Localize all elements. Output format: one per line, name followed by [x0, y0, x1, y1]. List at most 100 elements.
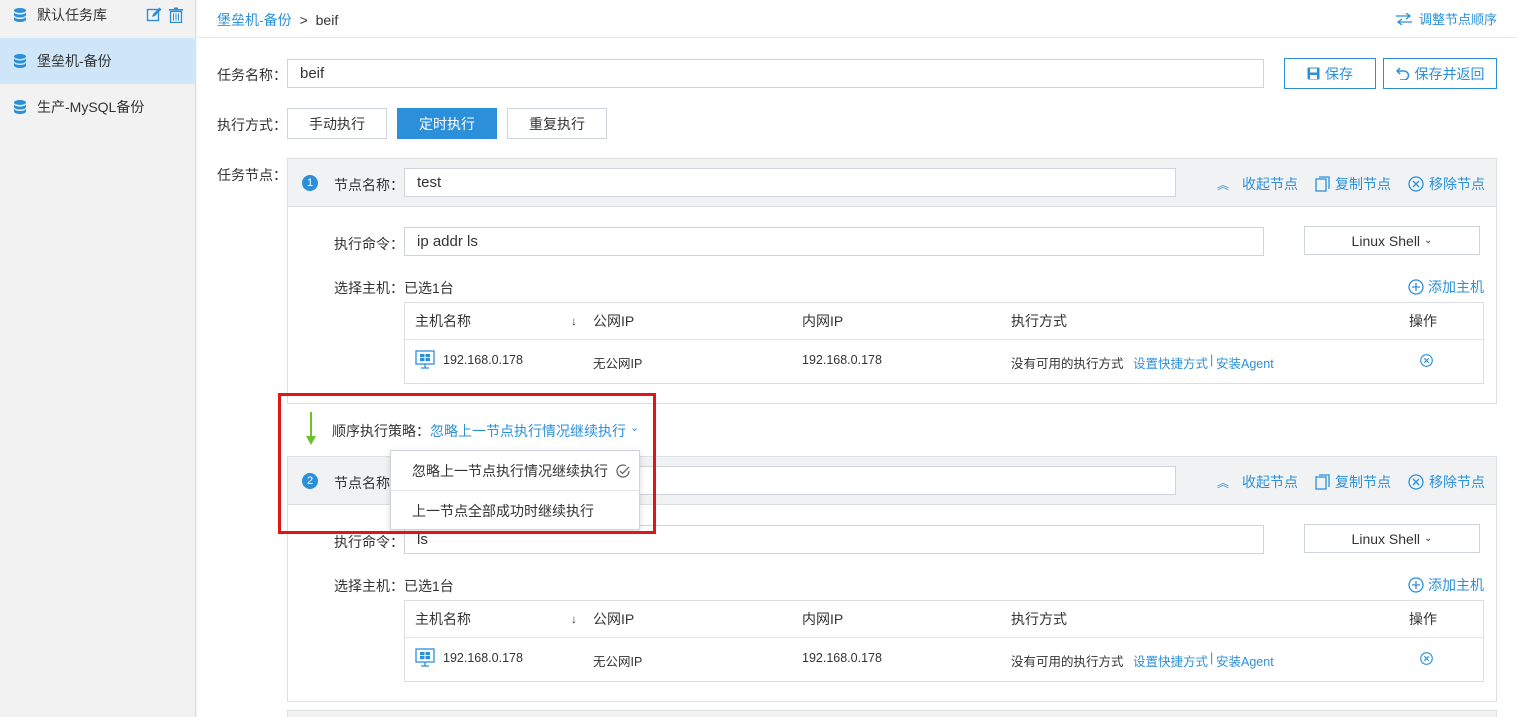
- host-table: 主机名称 ↓ 公网IP 内网IP 执行方式 操作 192.168.0.178 无…: [404, 600, 1484, 682]
- save-return-label: 保存并返回: [1414, 65, 1485, 82]
- strategy-select[interactable]: 忽略上一节点执行情况继续执行 ⌄: [430, 421, 639, 441]
- trash-icon[interactable]: [168, 7, 184, 23]
- collapse-label: 收起节点: [1242, 474, 1299, 490]
- collapse-node-button[interactable]: ︽ 收起节点: [1217, 472, 1298, 492]
- remove-node-button[interactable]: 移除节点: [1408, 472, 1485, 492]
- top-bar: 堡垒机-备份 > beif 调整节点顺序: [197, 0, 1517, 38]
- breadcrumb-parent-link[interactable]: 堡垒机-备份: [217, 12, 292, 28]
- plus-circle-icon: [1408, 577, 1424, 593]
- private-ip-cell: 192.168.0.178: [802, 651, 882, 665]
- close-circle-icon: [1408, 176, 1424, 192]
- copy-node-button[interactable]: 复制节点: [1315, 174, 1391, 194]
- col-header-host[interactable]: 主机名称: [415, 303, 471, 339]
- command-input[interactable]: ip addr ls: [404, 227, 1264, 256]
- scheduled-exec-button[interactable]: 定时执行: [397, 108, 497, 139]
- host-name-cell: 192.168.0.178: [443, 353, 523, 367]
- sort-arrow-icon[interactable]: ↓: [571, 303, 577, 339]
- shell-select[interactable]: Linux Shell ⌄: [1304, 524, 1480, 553]
- col-header-private-ip: 内网IP: [802, 313, 844, 329]
- remove-node-button[interactable]: 移除节点: [1408, 174, 1485, 194]
- remove-host-icon[interactable]: [1420, 354, 1433, 367]
- chevron-down-icon: ⌄: [630, 422, 640, 434]
- node-name-label: 节点名称: [334, 475, 390, 491]
- col-header-private-ip: 内网IP: [802, 611, 844, 627]
- remove-host-icon[interactable]: [1420, 652, 1433, 665]
- plus-circle-icon: [1408, 279, 1424, 295]
- select-hosts-label: 选择主机：已选1台: [334, 578, 454, 594]
- exec-method-cell: 没有可用的执行方式: [1011, 357, 1124, 371]
- link-separator: |: [1210, 651, 1214, 665]
- task-name-label: 任务名称：: [217, 67, 287, 83]
- database-icon: [14, 100, 26, 114]
- save-button[interactable]: 保存: [1284, 58, 1376, 89]
- copy-label: 复制节点: [1335, 176, 1391, 192]
- strategy-option-ignore[interactable]: 忽略上一节点执行情况继续执行: [391, 451, 639, 491]
- task-name-input[interactable]: beif: [287, 59, 1264, 88]
- remove-label: 移除节点: [1429, 474, 1485, 490]
- double-chevron-up-icon: ︽: [1217, 177, 1230, 192]
- collapse-label: 收起节点: [1242, 176, 1299, 192]
- remove-label: 移除节点: [1429, 176, 1485, 192]
- strategy-option-all-success[interactable]: 上一节点全部成功时继续执行: [391, 491, 639, 531]
- option-label: 忽略上一节点执行情况继续执行: [412, 463, 608, 479]
- install-agent-link[interactable]: 安装Agent: [1216, 651, 1274, 670]
- windows-host-icon: [415, 648, 435, 667]
- sidebar-item-label: 堡垒机-备份: [37, 53, 112, 69]
- save-and-return-button[interactable]: 保存并返回: [1383, 58, 1497, 89]
- breadcrumb-current: beif: [315, 12, 339, 28]
- add-host-label: 添加主机: [1428, 577, 1484, 593]
- public-ip-cell: 无公网IP: [593, 655, 643, 669]
- host-name-cell: 192.168.0.178: [443, 651, 523, 665]
- database-icon: [14, 54, 26, 68]
- swap-icon: [1395, 12, 1412, 25]
- floppy-icon: [1307, 67, 1320, 80]
- main-panel: 堡垒机-备份 > beif 调整节点顺序 任务名称： beif 保存 保存并返回…: [197, 0, 1517, 717]
- copy-label: 复制节点: [1335, 474, 1391, 490]
- node-name-label: 节点名称：: [334, 177, 404, 193]
- down-arrow-icon: [306, 412, 316, 445]
- collapse-node-button[interactable]: ︽ 收起节点: [1217, 174, 1298, 194]
- col-header-exec-method: 执行方式: [1011, 313, 1067, 329]
- col-header-host[interactable]: 主机名称: [415, 601, 471, 637]
- add-host-button[interactable]: 添加主机: [1408, 575, 1484, 595]
- manual-exec-button[interactable]: 手动执行: [287, 108, 387, 139]
- reorder-nodes-button[interactable]: 调整节点顺序: [1395, 9, 1497, 28]
- sidebar-item-mysql-backup[interactable]: 生产-MySQL备份: [0, 84, 196, 130]
- sort-arrow-icon[interactable]: ↓: [571, 601, 577, 637]
- host-table: 主机名称 ↓ 公网IP 内网IP 执行方式 操作 192.168.0.178 无…: [404, 302, 1484, 384]
- exec-mode-label: 执行方式：: [217, 117, 287, 133]
- col-header-exec-method: 执行方式: [1011, 611, 1067, 627]
- edit-icon[interactable]: [146, 7, 162, 23]
- col-header-actions: 操作: [1409, 611, 1437, 627]
- shell-select-value: Linux Shell: [1351, 232, 1421, 249]
- breadcrumb-separator: >: [299, 12, 308, 28]
- node-number-badge: 1: [302, 175, 318, 191]
- set-shortcut-link[interactable]: 设置快捷方式: [1133, 651, 1208, 670]
- col-header-public-ip: 公网IP: [593, 313, 635, 329]
- exec-method-cell: 没有可用的执行方式: [1011, 655, 1124, 669]
- node-name-input[interactable]: test: [404, 168, 1176, 197]
- task-node-1: 1 节点名称： test ︽ 收起节点 复制节点 移除节点 执行命令： ip a…: [287, 158, 1497, 404]
- add-host-button[interactable]: 添加主机: [1408, 277, 1484, 297]
- strategy-value: 忽略上一节点执行情况继续执行: [430, 423, 626, 439]
- strategy-dropdown-menu: 忽略上一节点执行情况继续执行 上一节点全部成功时继续执行: [390, 450, 640, 530]
- task-nodes-label: 任务节点：: [217, 167, 287, 183]
- sidebar-item-label: 生产-MySQL备份: [37, 99, 145, 115]
- double-chevron-up-icon: ︽: [1217, 475, 1230, 490]
- sidebar-item-bastion-backup[interactable]: 堡垒机-备份: [0, 38, 196, 84]
- chevron-down-icon: ⌄: [1424, 235, 1433, 246]
- database-icon: [14, 8, 26, 22]
- breadcrumb: 堡垒机-备份 > beif: [217, 10, 338, 30]
- sidebar-item-default-library[interactable]: 默认任务库: [0, 0, 196, 38]
- chevron-down-icon: ⌄: [1424, 533, 1433, 544]
- copy-node-button[interactable]: 复制节点: [1315, 472, 1391, 492]
- sidebar: 默认任务库 堡垒机-备份 生产-MySQL备份: [0, 0, 196, 717]
- install-agent-link[interactable]: 安装Agent: [1216, 353, 1274, 372]
- private-ip-cell: 192.168.0.178: [802, 353, 882, 367]
- set-shortcut-link[interactable]: 设置快捷方式: [1133, 353, 1208, 372]
- col-header-actions: 操作: [1409, 313, 1437, 329]
- strategy-label: 顺序执行策略：: [332, 423, 430, 439]
- reorder-label: 调整节点顺序: [1418, 12, 1497, 27]
- repeat-exec-button[interactable]: 重复执行: [507, 108, 607, 139]
- shell-select[interactable]: Linux Shell ⌄: [1304, 226, 1480, 255]
